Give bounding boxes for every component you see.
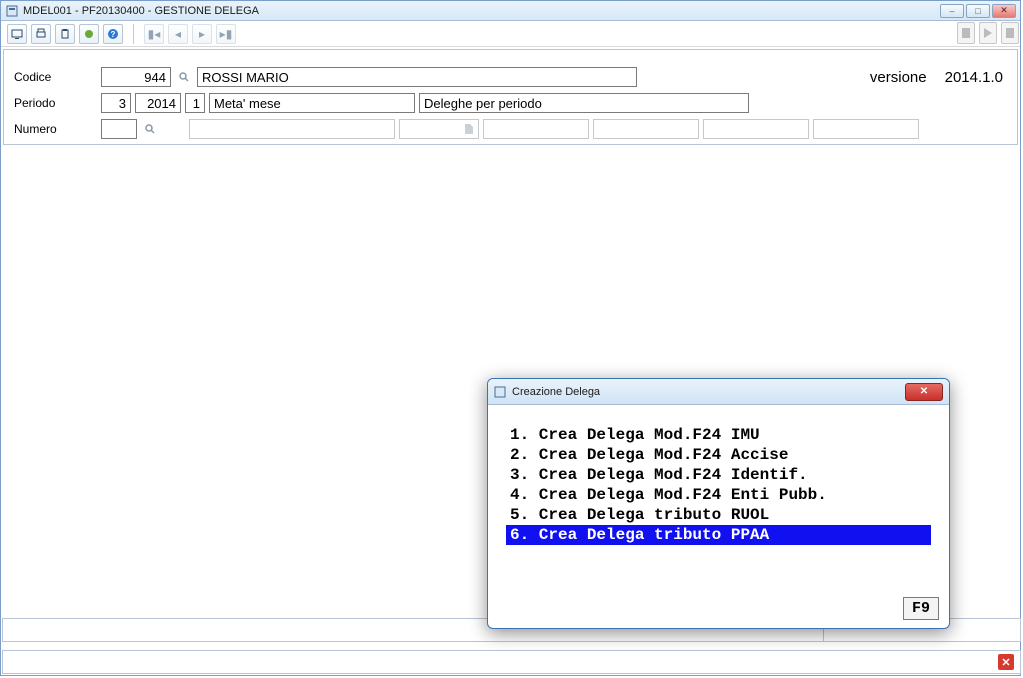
dialog-titlebar: Creazione Delega ✕ [488, 379, 949, 405]
nav-first-icon[interactable]: ▮◂ [144, 24, 164, 44]
main-toolbar: ? ▮◂ ◂ ▸ ▸▮ [1, 21, 1020, 47]
window-titlebar: MDEL001 - PF20130400 - GESTIONE DELEGA –… [1, 1, 1020, 21]
label-periodo: Periodo [12, 96, 97, 110]
toolbar-clipboard-icon[interactable] [55, 24, 75, 44]
menu-item-4[interactable]: 4. Crea Delega Mod.F24 Enti Pubb. [506, 485, 931, 505]
dialog-menu: 1. Crea Delega Mod.F24 IMU 2. Crea Deleg… [488, 405, 949, 545]
version-label: versione [870, 69, 927, 86]
close-button[interactable]: ✕ [992, 4, 1016, 18]
menu-item-5[interactable]: 5. Crea Delega tributo RUOL [506, 505, 931, 525]
svg-text:?: ? [111, 30, 116, 39]
numero-input[interactable] [101, 119, 137, 139]
dialog-title-text: Creazione Delega [512, 386, 600, 398]
creazione-delega-dialog: Creazione Delega ✕ 1. Crea Delega Mod.F2… [487, 378, 950, 629]
numero-field-3 [483, 119, 589, 139]
numero-doc-box [399, 119, 479, 139]
numero-field-4 [593, 119, 699, 139]
nav-last-icon[interactable]: ▸▮ [216, 24, 236, 44]
error-indicator-icon[interactable]: ✕ [998, 654, 1014, 670]
menu-item-6[interactable]: 6. Crea Delega tributo PPAA [506, 525, 931, 545]
lookup-codice-icon[interactable] [175, 67, 193, 87]
toolbar-screen-icon[interactable] [7, 24, 27, 44]
window-title: MDEL001 - PF20130400 - GESTIONE DELEGA [23, 5, 259, 17]
periodo-month-input[interactable] [101, 93, 131, 113]
toolbar-right-1-icon[interactable] [957, 22, 975, 44]
menu-item-2[interactable]: 2. Crea Delega Mod.F24 Accise [506, 445, 931, 465]
toolbar-print-icon[interactable] [31, 24, 51, 44]
periodo-year-input[interactable] [135, 93, 181, 113]
menu-item-3[interactable]: 3. Crea Delega Mod.F24 Identif. [506, 465, 931, 485]
numero-field-5 [703, 119, 809, 139]
toolbar-right-3-icon[interactable] [1001, 22, 1019, 44]
label-codice: Codice [12, 70, 97, 84]
numero-desc-box [189, 119, 395, 139]
periodo-desc-display [209, 93, 415, 113]
menu-item-1[interactable]: 1. Crea Delega Mod.F24 IMU [506, 425, 931, 445]
toolbar-export-icon[interactable] [79, 24, 99, 44]
toolbar-right-2-icon[interactable] [979, 22, 997, 44]
lookup-numero-icon[interactable] [141, 119, 159, 139]
nav-next-icon[interactable]: ▸ [192, 24, 212, 44]
dialog-close-button[interactable]: ✕ [905, 383, 943, 401]
toolbar-help-icon[interactable]: ? [103, 24, 123, 44]
app-icon [5, 4, 19, 18]
statusbar: ✕ [2, 650, 1021, 674]
codice-input[interactable] [101, 67, 171, 87]
form-panel: Codice versione 2014.1.0 Periodo Numero [3, 49, 1018, 145]
dialog-app-icon [494, 386, 506, 398]
minimize-button[interactable]: – [940, 4, 964, 18]
version-value: 2014.1.0 [945, 69, 1003, 86]
periodo-type-display [419, 93, 749, 113]
f9-shortcut-button[interactable]: F9 [903, 597, 939, 620]
label-numero: Numero [12, 122, 97, 136]
codice-name-display [197, 67, 637, 87]
nav-prev-icon[interactable]: ◂ [168, 24, 188, 44]
numero-field-6 [813, 119, 919, 139]
periodo-seq-input[interactable] [185, 93, 205, 113]
document-icon [464, 123, 474, 135]
maximize-button[interactable]: □ [966, 4, 990, 18]
